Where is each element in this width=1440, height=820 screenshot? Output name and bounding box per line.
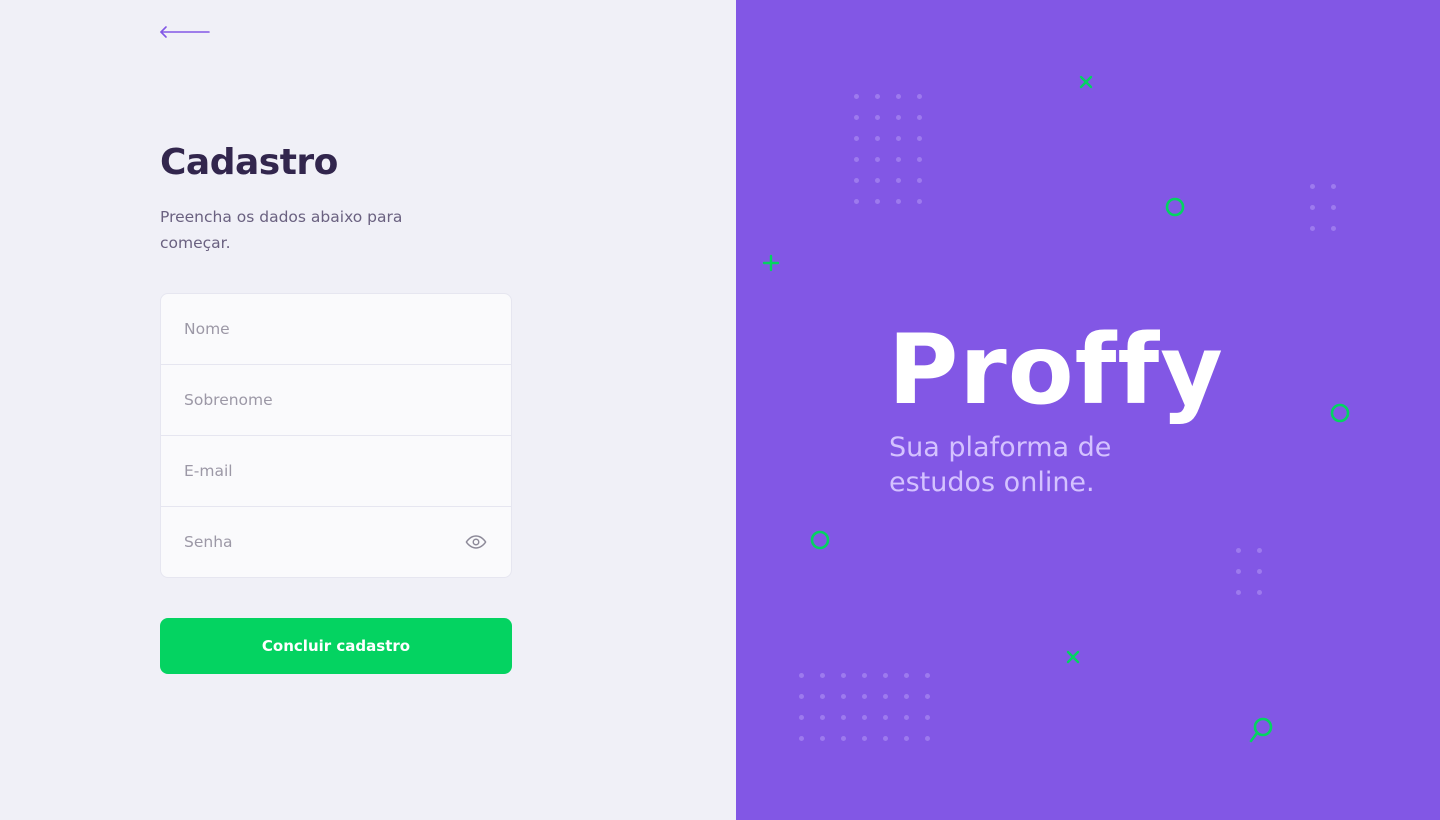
brand-panel: Proffy Sua plaforma de estudos online. — [736, 0, 1440, 820]
page-title: Cadastro — [160, 142, 338, 183]
password-input[interactable] — [161, 507, 511, 577]
arrow-left-icon — [160, 26, 210, 38]
eye-icon[interactable] — [465, 531, 487, 553]
circle-outline-icon — [810, 530, 830, 550]
first-name-input[interactable] — [161, 294, 511, 364]
register-panel: Cadastro Preencha os dados abaixo para c… — [0, 0, 736, 820]
x-mark-icon — [1066, 650, 1080, 664]
brand-tagline: Sua plaforma de estudos online. — [889, 432, 1112, 498]
magnifier-icon — [1249, 717, 1273, 743]
register-form — [160, 293, 512, 578]
brand-logo: Proffy — [888, 314, 1224, 426]
plus-icon — [762, 254, 780, 272]
email-field-wrapper — [161, 436, 511, 507]
password-field-wrapper — [161, 507, 511, 577]
dot-grid-decoration — [799, 673, 930, 741]
submit-register-button[interactable]: Concluir cadastro — [160, 618, 512, 674]
dot-grid-decoration — [854, 94, 922, 204]
last-name-input[interactable] — [161, 365, 511, 435]
circle-outline-icon — [1165, 197, 1185, 217]
x-mark-icon — [1079, 75, 1093, 89]
email-input[interactable] — [161, 436, 511, 506]
dot-grid-decoration — [1236, 548, 1262, 595]
page-subtitle: Preencha os dados abaixo para começar. — [160, 208, 403, 252]
last-name-field-wrapper — [161, 365, 511, 436]
first-name-field-wrapper — [161, 294, 511, 365]
circle-outline-icon — [1330, 403, 1350, 423]
dot-grid-decoration — [1310, 184, 1336, 231]
back-button[interactable] — [158, 20, 212, 44]
